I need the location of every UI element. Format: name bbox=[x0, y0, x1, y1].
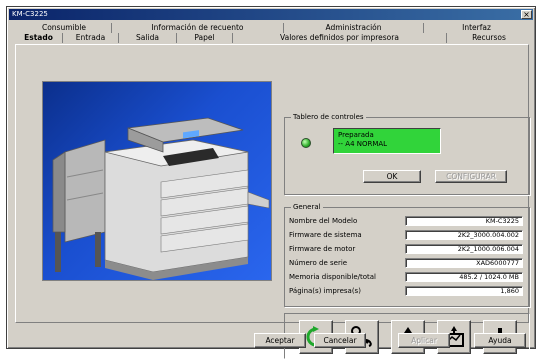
window-title: KM-C3225 bbox=[12, 10, 48, 18]
tab-counter-info[interactable]: Información de recuento bbox=[112, 23, 284, 33]
tab-row-lower: Estado Entrada Salida Papel Valores defi… bbox=[15, 33, 531, 43]
status-line-2: -- A4 NORMAL bbox=[338, 140, 388, 148]
info-row-model: Nombre del Modelo KM-C3225 bbox=[289, 216, 527, 226]
engine-firmware-label: Firmware de motor bbox=[289, 245, 356, 253]
tab-input[interactable]: Entrada bbox=[63, 33, 119, 43]
configure-button[interactable]: CONFIGURAR bbox=[435, 170, 507, 183]
printer-illustration bbox=[52, 117, 270, 280]
status-line-1: Preparada bbox=[338, 131, 374, 139]
help-button[interactable]: Ayuda bbox=[474, 333, 526, 348]
printer-image bbox=[42, 81, 272, 281]
control-panel-title: Tablero de controles bbox=[291, 112, 366, 122]
model-name-value: KM-C3225 bbox=[405, 216, 523, 226]
pages-printed-value: 1,860 bbox=[405, 286, 523, 296]
tab-administration[interactable]: Administración bbox=[284, 23, 424, 33]
system-firmware-label: Firmware de sistema bbox=[289, 231, 362, 239]
tab-panel-status: Tablero de controles Preparada -- A4 NOR… bbox=[15, 44, 530, 359]
accept-button[interactable]: Aceptar bbox=[254, 333, 306, 348]
info-row-serial: Número de serie XAD6000777 bbox=[289, 258, 527, 268]
close-button[interactable]: × bbox=[521, 10, 532, 19]
tab-paper[interactable]: Papel bbox=[177, 33, 233, 43]
serial-number-label: Número de serie bbox=[289, 259, 348, 267]
title-bar: KM-C3225 × bbox=[9, 9, 533, 20]
info-row-engine-firmware: Firmware de motor 2K2_1000.006.004 bbox=[289, 244, 527, 254]
tab-row-upper: Consumible Información de recuento Admin… bbox=[17, 23, 529, 33]
info-row-memory: Memoria disponible/total 485.2 / 1024.0 … bbox=[289, 272, 527, 282]
serial-number-value: XAD6000777 bbox=[405, 258, 523, 268]
tab-consumable[interactable]: Consumible bbox=[17, 23, 112, 33]
tab-interface[interactable]: Interfaz bbox=[424, 23, 529, 33]
status-led-icon bbox=[301, 138, 311, 148]
memory-label: Memoria disponible/total bbox=[289, 273, 376, 281]
tab-resources[interactable]: Recursos bbox=[447, 33, 531, 43]
info-row-system-firmware: Firmware de sistema 2K2_3000.004.002 bbox=[289, 230, 527, 240]
control-panel-group: Tablero de controles Preparada -- A4 NOR… bbox=[284, 112, 530, 195]
engine-firmware-value: 2K2_1000.006.004 bbox=[405, 244, 523, 254]
apply-button[interactable]: Aplicar bbox=[398, 333, 450, 348]
general-info-group: General Nombre del Modelo KM-C3225 Firmw… bbox=[284, 202, 530, 307]
cancel-button[interactable]: Cancelar bbox=[314, 333, 366, 348]
ok-button[interactable]: OK bbox=[363, 170, 421, 183]
tab-status[interactable]: Estado bbox=[15, 33, 63, 43]
tab-printer-defaults[interactable]: Valores definidos por impresora bbox=[233, 33, 447, 43]
tab-output[interactable]: Salida bbox=[119, 33, 177, 43]
info-row-pages: Página(s) impresa(s) 1,860 bbox=[289, 286, 527, 296]
status-display: Preparada -- A4 NORMAL bbox=[333, 128, 441, 154]
general-title: General bbox=[291, 202, 323, 212]
pages-printed-label: Página(s) impresa(s) bbox=[289, 287, 361, 295]
memory-value: 485.2 / 1024.0 MB bbox=[405, 272, 523, 282]
system-firmware-value: 2K2_3000.004.002 bbox=[405, 230, 523, 240]
properties-dialog: KM-C3225 × Consumible Información de rec… bbox=[6, 6, 536, 359]
model-name-label: Nombre del Modelo bbox=[289, 217, 358, 225]
